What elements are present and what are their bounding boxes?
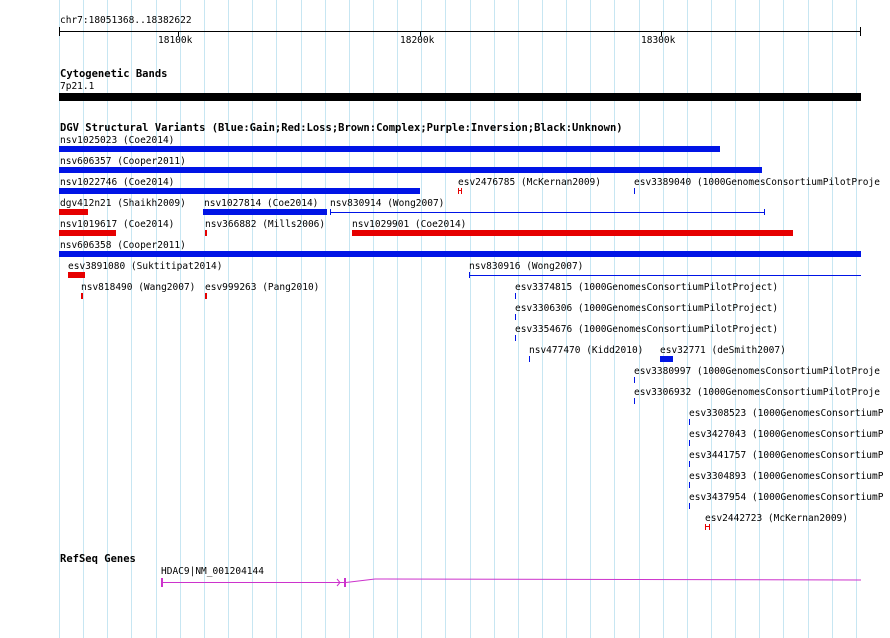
variant-label: nsv1022746 (Coe2014) xyxy=(60,177,175,188)
variant-label: esv32771 (deSmith2007) xyxy=(660,345,786,356)
variant-label: nsv1019617 (Coe2014) xyxy=(60,219,175,230)
variant-bar-loss[interactable] xyxy=(59,230,116,236)
variant-label: esv3389040 (1000GenomesConsortiumPilotPr… xyxy=(634,177,880,188)
variant-tick-gain[interactable] xyxy=(764,209,765,215)
variant-tick-gain[interactable] xyxy=(689,419,690,425)
variant-tick-loss[interactable] xyxy=(205,230,207,236)
variant-label: esv3306306 (1000GenomesConsortiumPilotPr… xyxy=(515,303,779,314)
variant-label: nsv1025023 (Coe2014) xyxy=(60,135,175,146)
ruler-axis xyxy=(59,31,861,32)
gene-intron-line xyxy=(345,578,862,583)
ruler-end-tick-right xyxy=(860,27,861,36)
variant-tick-loss[interactable] xyxy=(458,188,459,194)
variant-tick-gain[interactable] xyxy=(529,356,530,362)
variant-label: esv3427043 (1000GenomesConsortiumP xyxy=(689,429,884,440)
gene-model[interactable] xyxy=(0,570,890,594)
variant-tick-loss[interactable] xyxy=(705,526,710,527)
ruler-label: 18200k xyxy=(400,35,435,46)
ruler-location: chr7:18051368..18382622 xyxy=(60,15,192,26)
variant-tick-gain[interactable] xyxy=(689,440,690,446)
variant-bar-loss[interactable] xyxy=(352,230,793,236)
variant-tick-gain[interactable] xyxy=(515,293,516,299)
variant-tick-loss[interactable] xyxy=(458,190,462,191)
variant-label: esv3374815 (1000GenomesConsortiumPilotPr… xyxy=(515,282,779,293)
variant-label: nsv606358 (Cooper2011) xyxy=(60,240,186,251)
variant-bar-loss[interactable] xyxy=(68,272,85,278)
variant-tick-loss[interactable] xyxy=(705,524,706,530)
variant-tick-gain[interactable] xyxy=(689,503,690,509)
variant-tick-loss[interactable] xyxy=(709,524,710,530)
variant-label: esv2476785 (McKernan2009) xyxy=(458,177,601,188)
variant-label: nsv366882 (Mills2006) xyxy=(205,219,326,230)
variant-bar-gain[interactable] xyxy=(59,188,420,194)
variant-label: nsv830916 (Wong2007) xyxy=(469,261,584,272)
variant-span-line[interactable] xyxy=(330,212,764,213)
cytoband-bar[interactable] xyxy=(59,93,861,101)
variant-tick-gain[interactable] xyxy=(689,461,690,467)
variant-label: nsv1027814 (Coe2014) xyxy=(204,198,319,209)
variant-label: esv2442723 (McKernan2009) xyxy=(705,513,848,524)
variant-label: esv3304893 (1000GenomesConsortiumP xyxy=(689,471,884,482)
variant-label: esv3891080 (Suktitipat2014) xyxy=(68,261,223,272)
variant-tick-gain[interactable] xyxy=(634,377,635,383)
variant-label: esv3380997 (1000GenomesConsortiumPilotPr… xyxy=(634,366,880,377)
variant-tick-gain[interactable] xyxy=(515,335,516,341)
cytoband-label: 7p21.1 xyxy=(60,81,95,92)
variant-label: esv3437954 (1000GenomesConsortiumP xyxy=(689,492,884,503)
variant-label: nsv477470 (Kidd2010) xyxy=(529,345,644,356)
dgv-track-title: DGV Structural Variants (Blue:Gain;Red:L… xyxy=(60,122,623,134)
variant-tick-gain[interactable] xyxy=(634,398,635,404)
variant-tick-gain[interactable] xyxy=(634,188,635,194)
variant-bar-gain[interactable] xyxy=(660,356,673,362)
variant-label: nsv818490 (Wang2007) xyxy=(81,282,196,293)
variant-bar-gain[interactable] xyxy=(59,146,720,152)
ruler-label: 18100k xyxy=(158,35,193,46)
variant-label: nsv830914 (Wong2007) xyxy=(330,198,445,209)
variant-bar-gain[interactable] xyxy=(203,209,327,215)
variant-tick-loss[interactable] xyxy=(461,188,462,194)
variant-label: dgv412n21 (Shaikh2009) xyxy=(60,198,186,209)
variant-tick-loss[interactable] xyxy=(81,293,83,299)
refseq-track-title: RefSeq Genes xyxy=(60,553,136,565)
variant-tick-gain[interactable] xyxy=(515,314,516,320)
variant-tick-gain[interactable] xyxy=(689,482,690,488)
variant-label: esv3308523 (1000GenomesConsortiumP xyxy=(689,408,884,419)
genome-browser-view: chr7:18051368..18382622 18100k 18200k 18… xyxy=(0,0,890,638)
ruler-end-tick-left xyxy=(59,27,60,36)
ruler-label: 18300k xyxy=(641,35,676,46)
variant-label: esv999263 (Pang2010) xyxy=(205,282,320,293)
variant-bar-gain[interactable] xyxy=(59,251,861,257)
variant-tick-loss[interactable] xyxy=(205,293,207,299)
variant-label: esv3354676 (1000GenomesConsortiumPilotPr… xyxy=(515,324,779,335)
variant-label: nsv606357 (Cooper2011) xyxy=(60,156,186,167)
variant-bar-loss[interactable] xyxy=(59,209,88,215)
variant-label: esv3306932 (1000GenomesConsortiumPilotPr… xyxy=(634,387,880,398)
cytoband-track-title: Cytogenetic Bands xyxy=(60,68,168,80)
variant-span-line[interactable] xyxy=(469,275,861,276)
variant-label: nsv1029901 (Coe2014) xyxy=(352,219,467,230)
variant-bar-gain[interactable] xyxy=(59,167,762,173)
variant-label: esv3441757 (1000GenomesConsortiumP xyxy=(689,450,884,461)
gene-exon xyxy=(344,578,346,587)
